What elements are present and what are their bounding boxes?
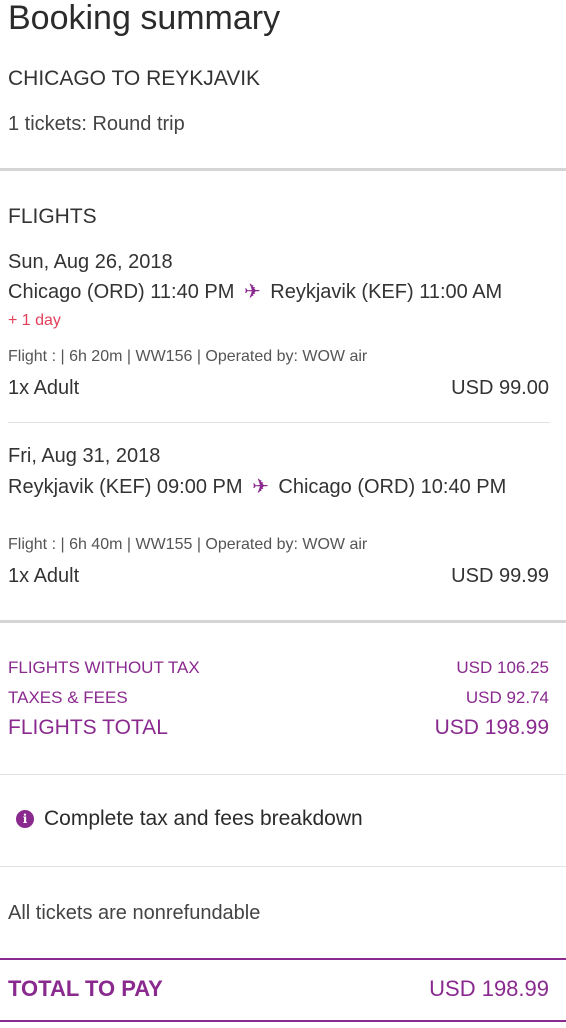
section-divider [0,866,566,867]
plus-day-badge: + 1 day [8,312,61,329]
flights-total-label: FLIGHTS TOTAL [8,716,168,739]
outbound-passenger: 1x Adult [8,377,80,399]
section-divider [0,620,566,623]
section-divider [0,168,566,171]
plane-icon: ✈ [252,476,269,498]
flights-without-tax-value: USD 106.25 [456,658,549,677]
flights-without-tax-label: FLIGHTS WITHOUT TAX [8,658,200,677]
outbound-from: Chicago (ORD) 11:40 PM [8,281,235,303]
flight-divider [8,422,550,423]
inbound-from: Reykjavik (KEF) 09:00 PM [8,476,243,498]
tax-breakdown-link[interactable]: i Complete tax and fees breakdown [16,804,363,834]
flights-heading: FLIGHTS [8,205,97,228]
route-title: CHICAGO TO REYKJAVIK [8,67,261,90]
outbound-details: Flight : | 6h 20m | WW156 | Operated by:… [8,348,368,365]
total-to-pay-label: TOTAL TO PAY [8,976,163,1001]
flights-total-value: USD 198.99 [434,716,549,739]
nonrefundable-notice: All tickets are nonrefundable [8,902,261,924]
inbound-date: Fri, Aug 31, 2018 [8,445,161,467]
info-icon: i [16,810,34,828]
page-title: Booking summary [8,0,281,37]
tax-breakdown-label: Complete tax and fees breakdown [44,807,363,830]
taxes-fees-value: USD 92.74 [465,688,549,707]
tickets-info: 1 tickets: Round trip [8,113,185,135]
outbound-to: Reykjavik (KEF) 11:00 AM [270,281,503,303]
outbound-price: USD 99.00 [451,377,549,399]
inbound-price: USD 99.99 [451,565,549,587]
outbound-date: Sun, Aug 26, 2018 [8,251,173,273]
inbound-passenger: 1x Adult [8,565,80,587]
inbound-details: Flight : | 6h 40m | WW155 | Operated by:… [8,536,368,553]
taxes-fees-label: TAXES & FEES [8,688,128,707]
inbound-route: Reykjavik (KEF) 09:00 PM ✈ Chicago (ORD)… [8,472,558,502]
inbound-to: Chicago (ORD) 10:40 PM [278,476,507,498]
total-top-divider [0,958,566,960]
total-to-pay-value: USD 198.99 [429,976,549,1001]
booking-summary-panel: Booking summary CHICAGO TO REYKJAVIK 1 t… [0,0,566,1028]
section-divider [0,774,566,775]
total-bottom-divider [0,1020,566,1022]
outbound-route: Chicago (ORD) 11:40 PM ✈ Reykjavik (KEF)… [8,278,502,306]
plane-icon: ✈ [243,281,261,303]
